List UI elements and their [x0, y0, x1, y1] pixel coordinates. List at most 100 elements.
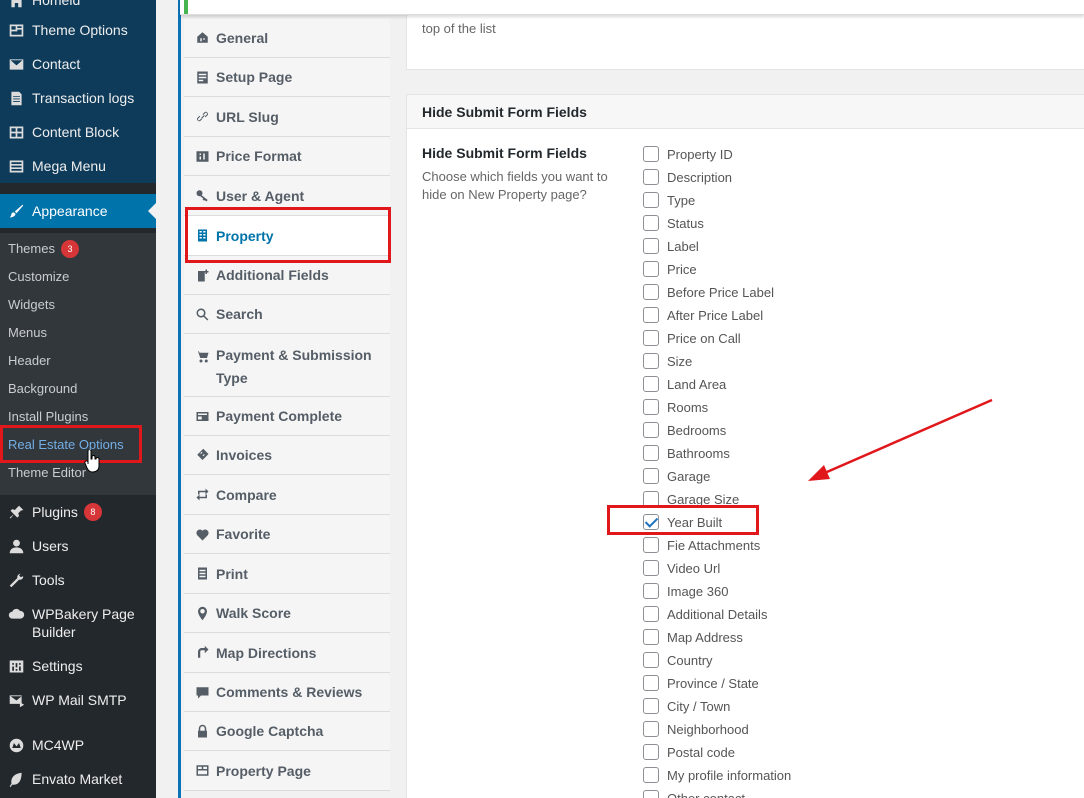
field-option-bathrooms[interactable]: Bathrooms [643, 443, 730, 463]
field-option-additional-details[interactable]: Additional Details [643, 604, 767, 624]
sidebar-item-content-block[interactable]: Content Block [0, 115, 156, 149]
tab-invoices[interactable]: Invoices [184, 436, 393, 475]
checkbox[interactable] [643, 261, 659, 277]
checkbox[interactable] [643, 399, 659, 415]
tab-favorite[interactable]: Favorite [184, 515, 393, 554]
field-option-city-town[interactable]: City / Town [643, 696, 730, 716]
checkbox[interactable] [643, 583, 659, 599]
sidebar-item-users[interactable]: Users [0, 529, 156, 563]
field-option-my-profile-information[interactable]: My profile information [643, 765, 791, 785]
field-option-garage[interactable]: Garage [643, 466, 710, 486]
tab-comments-reviews[interactable]: Comments & Reviews [184, 673, 393, 712]
field-option-video-url[interactable]: Video Url [643, 558, 720, 578]
checkbox[interactable] [643, 744, 659, 760]
tab-general[interactable]: General [184, 18, 393, 58]
sidebar-item-contact[interactable]: Contact [0, 47, 156, 81]
checkbox[interactable] [643, 629, 659, 645]
submenu-item-install-plugins[interactable]: Install Plugins [8, 407, 88, 427]
submenu-item-menus[interactable]: Menus [8, 323, 47, 343]
field-option-description[interactable]: Description [643, 167, 732, 187]
admin-sidebar: Homeid Theme Options Contact Transaction… [0, 0, 156, 798]
field-option-rooms[interactable]: Rooms [643, 397, 708, 417]
field-option-fie-attachments[interactable]: Fie Attachments [643, 535, 760, 555]
tab-google-captcha[interactable]: Google Captcha [184, 712, 393, 751]
tab-map-directions[interactable]: Map Directions [184, 633, 393, 673]
tab-url-slug[interactable]: URL Slug [184, 97, 393, 137]
checkbox-label: Fie Attachments [667, 537, 761, 553]
checkbox[interactable] [643, 445, 659, 461]
sidebar-item-plugins[interactable]: Plugins 8 [0, 495, 156, 529]
sidebar-item-wp-mail-smtp[interactable]: WP Mail SMTP [0, 683, 156, 717]
sidebar-item-settings[interactable]: Settings [0, 649, 156, 683]
field-option-bedrooms[interactable]: Bedrooms [643, 420, 726, 440]
checkbox[interactable] [643, 790, 659, 798]
field-option-land-area[interactable]: Land Area [643, 374, 726, 394]
tab-payment-complete[interactable]: Payment Complete [184, 397, 393, 436]
sidebar-item-mc4wp[interactable]: MC4WP [0, 728, 156, 762]
field-option-country[interactable]: Country [643, 650, 713, 670]
checkbox[interactable] [643, 422, 659, 438]
checkbox[interactable] [643, 675, 659, 691]
submenu-item-customize[interactable]: Customize [8, 267, 69, 287]
field-option-postal-code[interactable]: Postal code [643, 742, 735, 762]
checkbox[interactable] [643, 169, 659, 185]
house-icon [194, 30, 210, 46]
tab-print[interactable]: Print [184, 554, 393, 594]
checkbox[interactable] [643, 330, 659, 346]
sidebar-item-mega-menu[interactable]: Mega Menu [0, 149, 156, 183]
link-icon [194, 109, 210, 125]
tab-property-page[interactable]: Property Page [184, 751, 393, 791]
field-option-neighborhood[interactable]: Neighborhood [643, 719, 749, 739]
sidebar-item-label: MC4WP [32, 737, 85, 753]
field-option-price-on-call[interactable]: Price on Call [643, 328, 741, 348]
field-option-before-price-label[interactable]: Before Price Label [643, 282, 774, 302]
checkbox[interactable] [643, 238, 659, 254]
tab-search[interactable]: Search [184, 295, 393, 334]
sidebar-item-theme-options[interactable]: Theme Options [0, 13, 156, 47]
field-option-size[interactable]: Size [643, 351, 692, 371]
checkbox[interactable] [643, 284, 659, 300]
tab-walk-score[interactable]: Walk Score [184, 594, 393, 633]
checkbox[interactable] [643, 307, 659, 323]
sidebar-item-envato-market[interactable]: Envato Market [0, 762, 156, 796]
tab-setup-page[interactable]: Setup Page [184, 58, 393, 97]
field-option-after-price-label[interactable]: After Price Label [643, 305, 763, 325]
checkbox[interactable] [643, 146, 659, 162]
submenu-item-header[interactable]: Header [8, 351, 51, 371]
checkbox[interactable] [643, 376, 659, 392]
checkbox[interactable] [643, 767, 659, 783]
field-option-status[interactable]: Status [643, 213, 704, 233]
checkbox[interactable] [643, 537, 659, 553]
submenu-item-widgets[interactable]: Widgets [8, 295, 55, 315]
checkbox[interactable] [643, 192, 659, 208]
tab-price-format[interactable]: Price Format [184, 137, 393, 176]
checkbox[interactable] [643, 606, 659, 622]
field-option-province-state[interactable]: Province / State [643, 673, 759, 693]
submenu-item-background[interactable]: Background [8, 379, 77, 399]
sidebar-item-transaction-logs[interactable]: Transaction logs [0, 81, 156, 115]
submenu-item-themes[interactable]: Themes 3 [8, 239, 79, 259]
field-description: Choose which fields you want to hide on … [422, 169, 608, 202]
submenu-item-theme-editor[interactable]: Theme Editor [8, 463, 86, 483]
field-option-image-360[interactable]: Image 360 [643, 581, 728, 601]
field-option-property-id[interactable]: Property ID [643, 144, 733, 164]
sidebar-item-wpbakery[interactable]: WPBakery Page Builder [0, 597, 156, 640]
sidebar-item-appearance[interactable]: Appearance [0, 194, 156, 228]
mail-icon [0, 56, 32, 73]
field-option-price[interactable]: Price [643, 259, 697, 279]
checkbox-label: Type [667, 192, 696, 208]
checkbox[interactable] [643, 353, 659, 369]
checkbox[interactable] [643, 652, 659, 668]
field-option-label[interactable]: Label [643, 236, 699, 256]
field-option-other-contact[interactable]: Other contact [643, 788, 745, 798]
tab-compare[interactable]: Compare [184, 475, 393, 515]
field-option-type[interactable]: Type [643, 190, 695, 210]
field-option-map-address[interactable]: Map Address [643, 627, 743, 647]
checkbox[interactable] [643, 468, 659, 484]
checkbox[interactable] [643, 215, 659, 231]
tab-payment-submission[interactable]: Payment & Submission Type [184, 334, 393, 397]
sidebar-item-tools[interactable]: Tools [0, 563, 156, 597]
checkbox[interactable] [643, 698, 659, 714]
checkbox[interactable] [643, 721, 659, 737]
checkbox[interactable] [643, 560, 659, 576]
